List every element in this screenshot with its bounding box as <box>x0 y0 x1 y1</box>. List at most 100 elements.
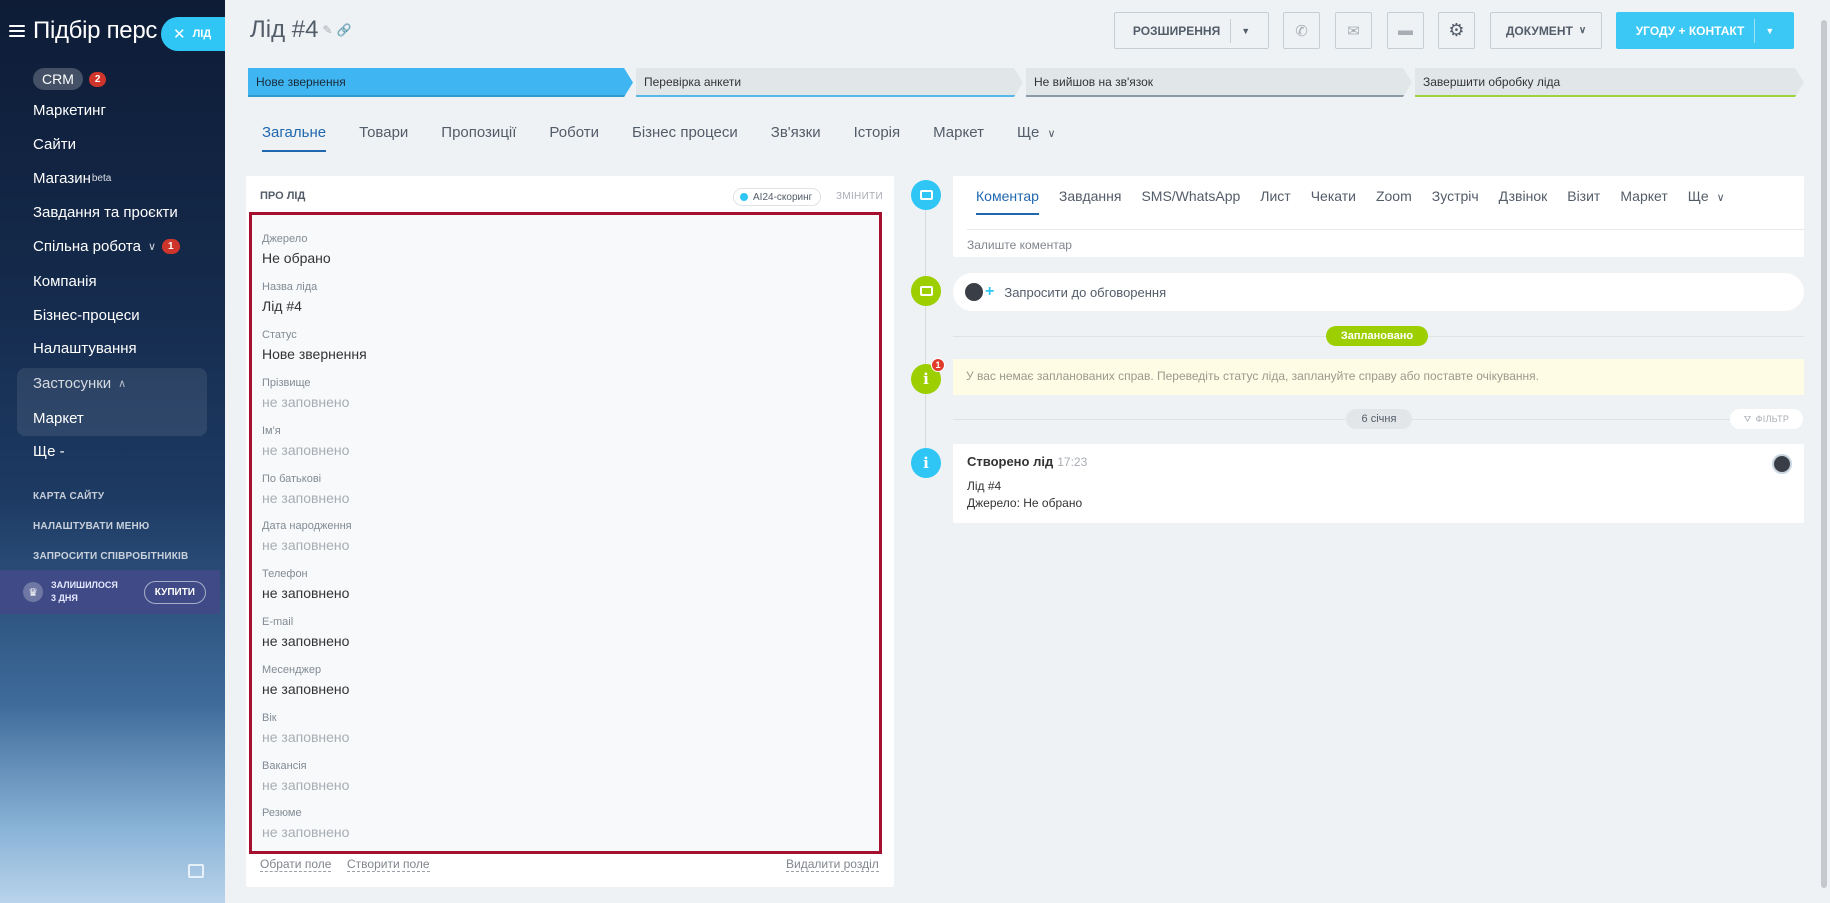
editor-tab-comment[interactable]: Коментар <box>976 188 1039 215</box>
printer-icon[interactable] <box>188 864 204 878</box>
stage-finish-lead[interactable]: Завершити обробку ліда <box>1415 68 1804 97</box>
sidebar-item-market[interactable]: Маркет <box>33 410 84 427</box>
sidebar-item-marketing[interactable]: Маркетинг <box>33 102 106 119</box>
configure-menu-link[interactable]: НАЛАШТУВАТИ МЕНЮ <box>33 521 149 532</box>
filter-label: ФІЛЬТР <box>1755 414 1790 424</box>
editor-tab-more[interactable]: Ще ∨ <box>1688 188 1725 215</box>
chevron-down-icon: ∨ <box>1716 192 1725 204</box>
comment-input[interactable]: Залиште коментар <box>967 229 1804 257</box>
field-birth-date[interactable]: Дата народження не заповнено <box>262 520 352 553</box>
chevron-down-icon: ∨ <box>1047 128 1056 140</box>
sidebar-item-apps[interactable]: Застосунки ∧ <box>33 375 126 392</box>
field-phone[interactable]: Телефон не заповнено <box>262 568 349 601</box>
sidebar-item-label: CRM <box>33 68 83 90</box>
date-separator: 6 січня <box>1346 409 1412 429</box>
stage-no-contact[interactable]: Не вийшов на зв'язок <box>1026 68 1412 97</box>
sidebar-item-sites[interactable]: Сайти <box>33 136 76 153</box>
deal-contact-button[interactable]: УГОДУ + КОНТАКТ ▼ <box>1616 12 1794 49</box>
field-source[interactable]: Джерело Не обрано <box>262 233 331 266</box>
editor-tab-visit[interactable]: Візит <box>1567 188 1600 215</box>
document-label: ДОКУМЕНТ <box>1505 23 1573 38</box>
field-messenger[interactable]: Месенджер не заповнено <box>262 664 349 697</box>
tab-products[interactable]: Товари <box>359 124 408 152</box>
caret-down-icon[interactable]: ▼ <box>1765 26 1774 36</box>
caret-down-icon[interactable]: ▼ <box>1241 26 1250 36</box>
field-value: не заповнено <box>262 394 350 410</box>
chevron-up-icon: ∧ <box>118 378 127 390</box>
field-first-name[interactable]: Ім'я не заповнено <box>262 425 349 458</box>
plus-icon: + <box>985 283 995 300</box>
edit-pencil-icon[interactable]: ✎ <box>322 23 332 37</box>
tab-works[interactable]: Роботи <box>549 124 599 152</box>
document-button[interactable]: ДОКУМЕНТ ∨ <box>1490 12 1602 49</box>
chat-button[interactable]: ▬ <box>1387 12 1424 49</box>
editor-tab-call[interactable]: Дзвінок <box>1499 188 1548 215</box>
tab-relations[interactable]: Зв'язки <box>771 124 821 152</box>
email-button[interactable]: ✉ <box>1335 12 1372 49</box>
field-middle-name[interactable]: По батькові не заповнено <box>262 473 349 506</box>
close-lead-pill[interactable]: ✕ ЛІД <box>161 17 225 51</box>
editor-tab-zoom[interactable]: Zoom <box>1376 188 1412 215</box>
buy-button[interactable]: КУПИТИ <box>143 580 206 604</box>
avatar <box>965 283 983 301</box>
editor-tab-sms[interactable]: SMS/WhatsApp <box>1141 188 1240 215</box>
delete-section-link[interactable]: Видалити розділ <box>786 857 879 872</box>
gear-icon: ⚙ <box>1448 20 1465 40</box>
mail-icon: ✉ <box>1347 22 1360 40</box>
field-value: не заповнено <box>262 729 350 745</box>
field-label: Ім'я <box>262 425 281 437</box>
phone-button[interactable]: ✆ <box>1283 12 1320 49</box>
filter-button[interactable]: ⛛ ФІЛЬТР <box>1730 409 1803 429</box>
editor-tab-market[interactable]: Маркет <box>1620 188 1667 215</box>
field-last-name[interactable]: Прізвище не заповнено <box>262 377 349 410</box>
portal-title[interactable]: Підбір перс <box>33 17 157 45</box>
change-link[interactable]: ЗМІНИТИ <box>836 191 883 202</box>
tab-market[interactable]: Маркет <box>933 124 984 152</box>
invite-discussion-row[interactable]: + Запросити до обговорення <box>953 273 1804 311</box>
editor-tab-task[interactable]: Завдання <box>1059 188 1122 215</box>
tab-business-processes[interactable]: Бізнес процеси <box>632 124 738 152</box>
tab-history[interactable]: Історія <box>854 124 901 152</box>
chat-icon: ▬ <box>1398 22 1413 39</box>
sitemap-link[interactable]: КАРТА САЙТУ <box>33 491 104 502</box>
field-vacancy[interactable]: Вакансія не заповнено <box>262 760 349 793</box>
editor-tab-wait[interactable]: Чекати <box>1311 188 1356 215</box>
sidebar-item-settings[interactable]: Налаштування <box>33 340 137 357</box>
settings-button[interactable]: ⚙ <box>1438 12 1475 49</box>
field-age[interactable]: Вік не заповнено <box>262 712 349 745</box>
field-email[interactable]: E-mail не заповнено <box>262 616 349 649</box>
sidebar-item-business-processes[interactable]: Бізнес-процеси <box>33 307 140 324</box>
tab-general[interactable]: Загальне <box>262 124 327 152</box>
sidebar-item-collaboration[interactable]: Спільна робота ∨ 1 <box>33 238 180 255</box>
sidebar-item-tasks[interactable]: Завдання та проєкти <box>33 204 178 221</box>
editor-tab-letter[interactable]: Лист <box>1260 188 1290 215</box>
extensions-label: РОЗШИРЕННЯ <box>1132 23 1221 38</box>
link-icon[interactable]: 🔗 <box>337 23 352 37</box>
field-label: Вік <box>262 712 277 724</box>
field-lead-name[interactable]: Назва ліда Лід #4 <box>262 281 317 314</box>
select-field-link[interactable]: Обрати поле <box>260 857 332 872</box>
avatar[interactable] <box>1772 454 1792 474</box>
tab-more[interactable]: Ще ∨ <box>1017 124 1056 152</box>
close-icon[interactable]: ✕ <box>173 25 186 43</box>
field-resume[interactable]: Резюме не заповнено <box>262 807 349 840</box>
about-lead-heading: ПРО ЛІД <box>260 190 306 202</box>
menu-icon[interactable] <box>9 25 25 37</box>
sidebar-item-company[interactable]: Компанія <box>33 273 97 290</box>
field-value: Лід #4 <box>262 298 302 314</box>
sidebar-item-more[interactable]: Ще - <box>33 443 65 460</box>
create-field-link[interactable]: Створити поле <box>347 857 430 872</box>
ai-scoring-badge[interactable]: AI24-скоринг <box>733 188 822 206</box>
sidebar-item-label: Спільна робота <box>33 238 141 255</box>
sidebar-item-crm[interactable]: CRM 2 <box>33 68 107 90</box>
stage-form-check[interactable]: Перевірка анкети <box>636 68 1023 97</box>
invite-employees-link[interactable]: ЗАПРОСИТИ СПІВРОБІТНИКІВ <box>33 551 188 562</box>
field-status[interactable]: Статус Нове звернення <box>262 329 367 362</box>
page-scrollbar[interactable] <box>1821 20 1827 888</box>
editor-tab-meeting[interactable]: Зустріч <box>1432 188 1479 215</box>
tab-proposals[interactable]: Пропозиції <box>441 124 516 152</box>
extensions-button[interactable]: РОЗШИРЕННЯ ▼ <box>1114 12 1269 49</box>
sidebar-item-shop[interactable]: Магазин beta <box>33 170 111 187</box>
stage-new-request[interactable]: Нове звернення <box>248 68 633 97</box>
lead-fields-section: Джерело Не обрано Назва ліда Лід #4 Статус… <box>249 212 882 854</box>
